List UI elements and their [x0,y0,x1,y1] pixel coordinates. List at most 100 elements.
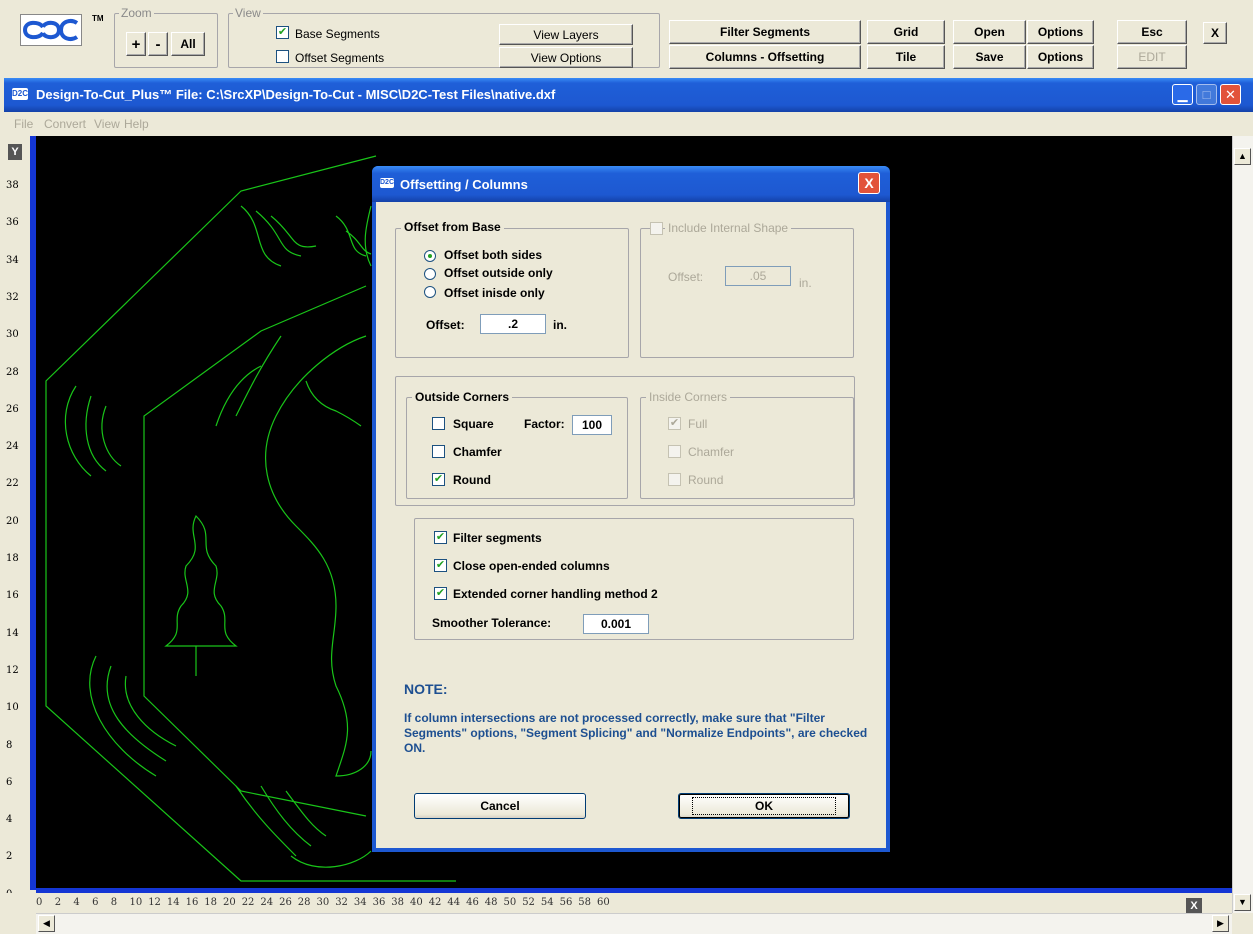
horizontal-scrollbar[interactable]: ◀ ▶ [36,913,1232,934]
factor-input[interactable]: 100 [572,415,612,435]
x-tick-label: 2 [54,897,62,908]
x-tick-label: 18 [204,897,218,908]
y-tick-label: 16 [6,590,19,602]
right-edge-detail [364,205,372,267]
inner-octagon [143,285,367,817]
main-toolbar: TM Zoom + - All View ✔ Base Segments Off… [0,0,1253,76]
smoother-tolerance-input[interactable]: 0.001 [583,614,649,634]
filter-segments-label: Filter segments [453,531,542,545]
base-segments-label: Base Segments [295,27,380,41]
eagle-wing-inner [215,335,282,427]
scroll-left-icon[interactable]: ◀ [38,915,55,932]
inside-round-label: Round [688,473,724,487]
dialog-close-icon[interactable]: X [858,172,880,194]
chamfer-checkbox[interactable] [432,445,445,458]
offset-segments-checkbox[interactable] [276,50,289,63]
x-tick-label: 20 [223,897,236,908]
x-tick-label: 34 [353,897,367,908]
y-tick-label: 38 [6,180,19,191]
scroll-up-icon[interactable]: ▲ [1234,148,1251,165]
outside-corners-legend: Outside Corners [412,390,513,404]
base-segments-checkbox[interactable]: ✔ [276,26,289,39]
left-wing-bottom [89,655,177,777]
x-tick-label: 50 [503,897,517,908]
offset-inside-only-radio[interactable] [424,286,436,298]
chamfer-label: Chamfer [453,445,502,459]
menu-view[interactable]: View [94,117,120,131]
x-tick-label: 30 [316,897,330,908]
extended-corner-checkbox[interactable]: ✔ [434,587,447,600]
x-tick-label: 48 [484,897,498,908]
window-title: Design-To-Cut_Plus™ File: C:\SrcXP\Desig… [36,87,556,102]
grid-button[interactable]: Grid [867,20,945,44]
bottom-curve [290,850,372,868]
y-tick-label: 4 [6,814,13,826]
offset-unit-label: in. [553,318,567,332]
toolbar-close-button[interactable]: X [1203,22,1227,44]
x-tick-label: 0 [36,897,43,908]
x-tick-label: 12 [148,897,161,908]
round-checkbox[interactable]: ✔ [432,473,445,486]
x-tick-label: 36 [372,897,386,908]
trademark-label: TM [92,14,104,23]
tree [164,514,238,647]
eagle-body [265,335,372,777]
view-options-button[interactable]: View Options [499,47,633,68]
menu-file[interactable]: File [14,117,33,131]
x-tick-label: 10 [129,897,143,908]
app-icon: D2C [12,88,29,100]
x-ruler: 0 2 4 6 8 10 12 14 16 18 20 22 24 26 28 30 32 34 36 38 40 42 4… [4,893,1232,913]
offset-input[interactable]: .2 [480,314,546,334]
full-label: Full [688,417,708,431]
menu-convert[interactable]: Convert [44,117,86,131]
scroll-right-icon[interactable]: ▶ [1212,915,1229,932]
tile-button[interactable]: Tile [867,45,945,69]
offset-outside-only-label: Offset outside only [444,266,553,280]
inside-corners-legend: Inside Corners [646,390,731,404]
x-ruler-close-icon[interactable]: X [1186,898,1202,914]
open-options-button[interactable]: Options [1027,20,1094,44]
x-tick-label: 8 [110,897,118,908]
x-tick-label: 22 [241,897,255,908]
extended-corner-label: Extended corner handling method 2 [453,587,658,601]
zoom-all-button[interactable]: All [171,32,205,56]
minimize-icon[interactable]: ▁ [1172,84,1193,105]
filter-segments-button[interactable]: Filter Segments [669,20,861,44]
offset-both-sides-radio[interactable] [424,250,436,262]
save-button[interactable]: Save [953,45,1026,69]
offset-outside-only-radio[interactable] [424,268,436,280]
view-layers-button[interactable]: View Layers [499,24,633,45]
columns-offsetting-button[interactable]: Columns - Offsetting [669,45,861,69]
y-tick-label: 22 [6,478,19,490]
y-axis-icon[interactable]: Y [8,144,22,160]
y-tick-label: 30 [6,329,19,341]
close-open-ended-checkbox[interactable]: ✔ [434,559,447,572]
y-tick-label: 18 [6,553,19,564]
close-open-ended-label: Close open-ended columns [453,559,610,573]
x-tick-label: 28 [297,897,311,908]
open-button[interactable]: Open [953,20,1026,44]
menu-help[interactable]: Help [124,117,149,131]
save-options-button[interactable]: Options [1027,45,1094,69]
internal-offset-input: .05 [725,266,791,286]
scroll-down-icon[interactable]: ▼ [1234,894,1251,911]
zoom-in-button[interactable]: + [126,32,146,56]
cancel-button[interactable]: Cancel [414,793,586,819]
x-tick-label: 46 [466,897,479,908]
dialog-body: Offset from Base Offset both sides Offse… [376,202,886,848]
note-text: If column intersections are not processe… [404,711,868,755]
close-icon[interactable]: ✕ [1220,84,1241,105]
x-tick-label: 16 [185,897,199,908]
offset-segments-label: Offset Segments [295,51,385,65]
square-label: Square [453,417,494,431]
y-tick-label: 2 [6,851,13,863]
esc-button[interactable]: Esc [1117,20,1187,44]
x-tick-label: 4 [73,897,80,908]
y-tick-label: 26 [6,403,19,415]
top-feathers [240,205,317,267]
zoom-out-button[interactable]: - [148,32,168,56]
ok-button[interactable]: OK [678,793,850,819]
square-checkbox[interactable] [432,417,445,430]
filter-segments-checkbox[interactable]: ✔ [434,531,447,544]
vertical-scrollbar[interactable]: ▲ ▼ [1232,136,1253,913]
